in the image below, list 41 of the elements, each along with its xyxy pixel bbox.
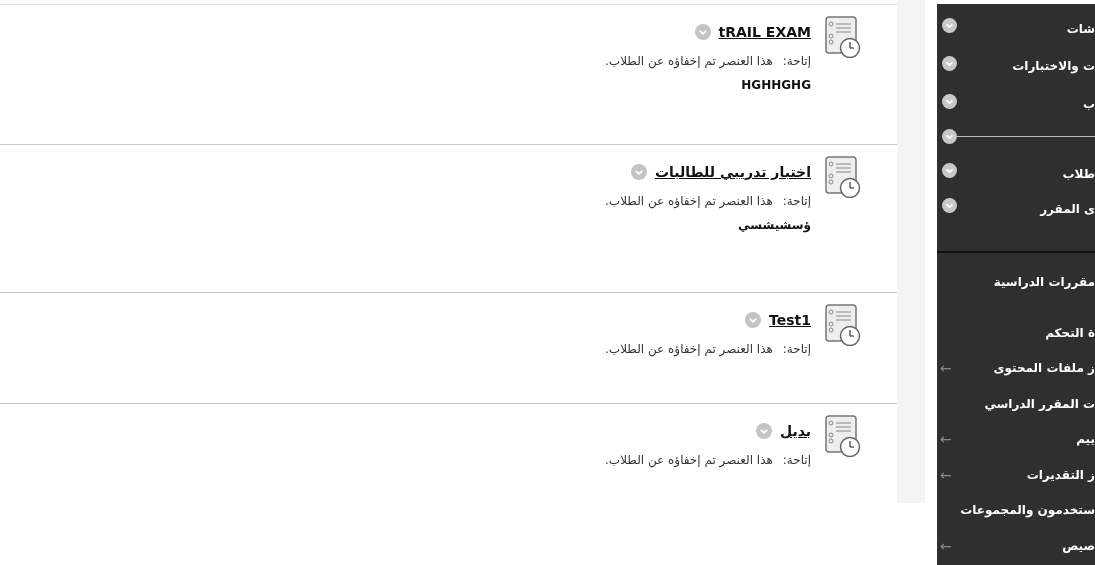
arrow-icon: ← xyxy=(940,537,952,554)
availability-text: هذا العنصر تم إخفاؤه عن الطلاب. xyxy=(605,453,773,467)
availability-text: هذا العنصر تم إخفاؤه عن الطلاب. xyxy=(605,194,773,208)
item-title-link[interactable]: بديل xyxy=(779,423,811,439)
menu-item[interactable]: ى المقرر xyxy=(1040,195,1095,216)
arrow-icon: ← xyxy=(940,360,952,377)
menu-item[interactable]: طلاب xyxy=(1062,160,1095,181)
item-title-link[interactable]: Test1 xyxy=(769,312,811,328)
availability-label: إتاحة: xyxy=(782,194,811,208)
menu-item[interactable]: ز ملفات المحتوى xyxy=(993,361,1095,376)
menu-item[interactable]: ييم xyxy=(1076,432,1095,447)
item-description: HGHHGHG xyxy=(740,78,811,92)
item-title-link[interactable]: اختبار تدريبي للطالبات xyxy=(654,164,811,180)
availability-label: إتاحة: xyxy=(782,453,811,467)
menu-item[interactable]: ز التقديرات xyxy=(1026,467,1095,482)
chevron-down-icon[interactable] xyxy=(942,18,957,33)
menu-item[interactable]: ستخدمون والمجموعات xyxy=(960,503,1095,518)
item-description: ؤسشيشسي xyxy=(737,218,811,232)
test-clock-icon xyxy=(825,304,861,346)
test-clock-icon xyxy=(825,415,861,457)
menu-item[interactable]: ت والاختبارات xyxy=(1012,53,1095,73)
menu-item[interactable]: ت المقرر الدراسي xyxy=(984,396,1095,411)
chevron-down-icon[interactable] xyxy=(942,128,957,144)
arrow-icon: ← xyxy=(940,466,952,483)
arrow-icon: ← xyxy=(940,431,952,448)
availability-text: هذا العنصر تم إخفاؤه عن الطلاب. xyxy=(605,342,773,356)
availability-text: هذا العنصر تم إخفاؤه عن الطلاب. xyxy=(605,54,773,68)
availability-label: إتاحة: xyxy=(782,342,811,356)
chevron-down-icon[interactable] xyxy=(942,163,957,178)
chevron-down-icon[interactable] xyxy=(942,198,957,213)
menu-item[interactable]: صيص xyxy=(1062,538,1095,553)
test-clock-icon xyxy=(825,156,861,198)
menu-item[interactable]: ة التحكم xyxy=(1045,325,1095,340)
chevron-down-icon[interactable] xyxy=(942,55,957,71)
availability-label: إتاحة: xyxy=(782,54,811,68)
test-clock-icon xyxy=(825,16,861,58)
chevron-down-icon[interactable] xyxy=(942,93,957,109)
menu-item[interactable]: مقررات الدراسية xyxy=(993,275,1095,289)
item-title-link[interactable]: tRAIL EXAM xyxy=(718,24,811,40)
menu-item[interactable]: ب xyxy=(1082,91,1095,111)
menu-item[interactable]: شات xyxy=(1066,15,1095,36)
